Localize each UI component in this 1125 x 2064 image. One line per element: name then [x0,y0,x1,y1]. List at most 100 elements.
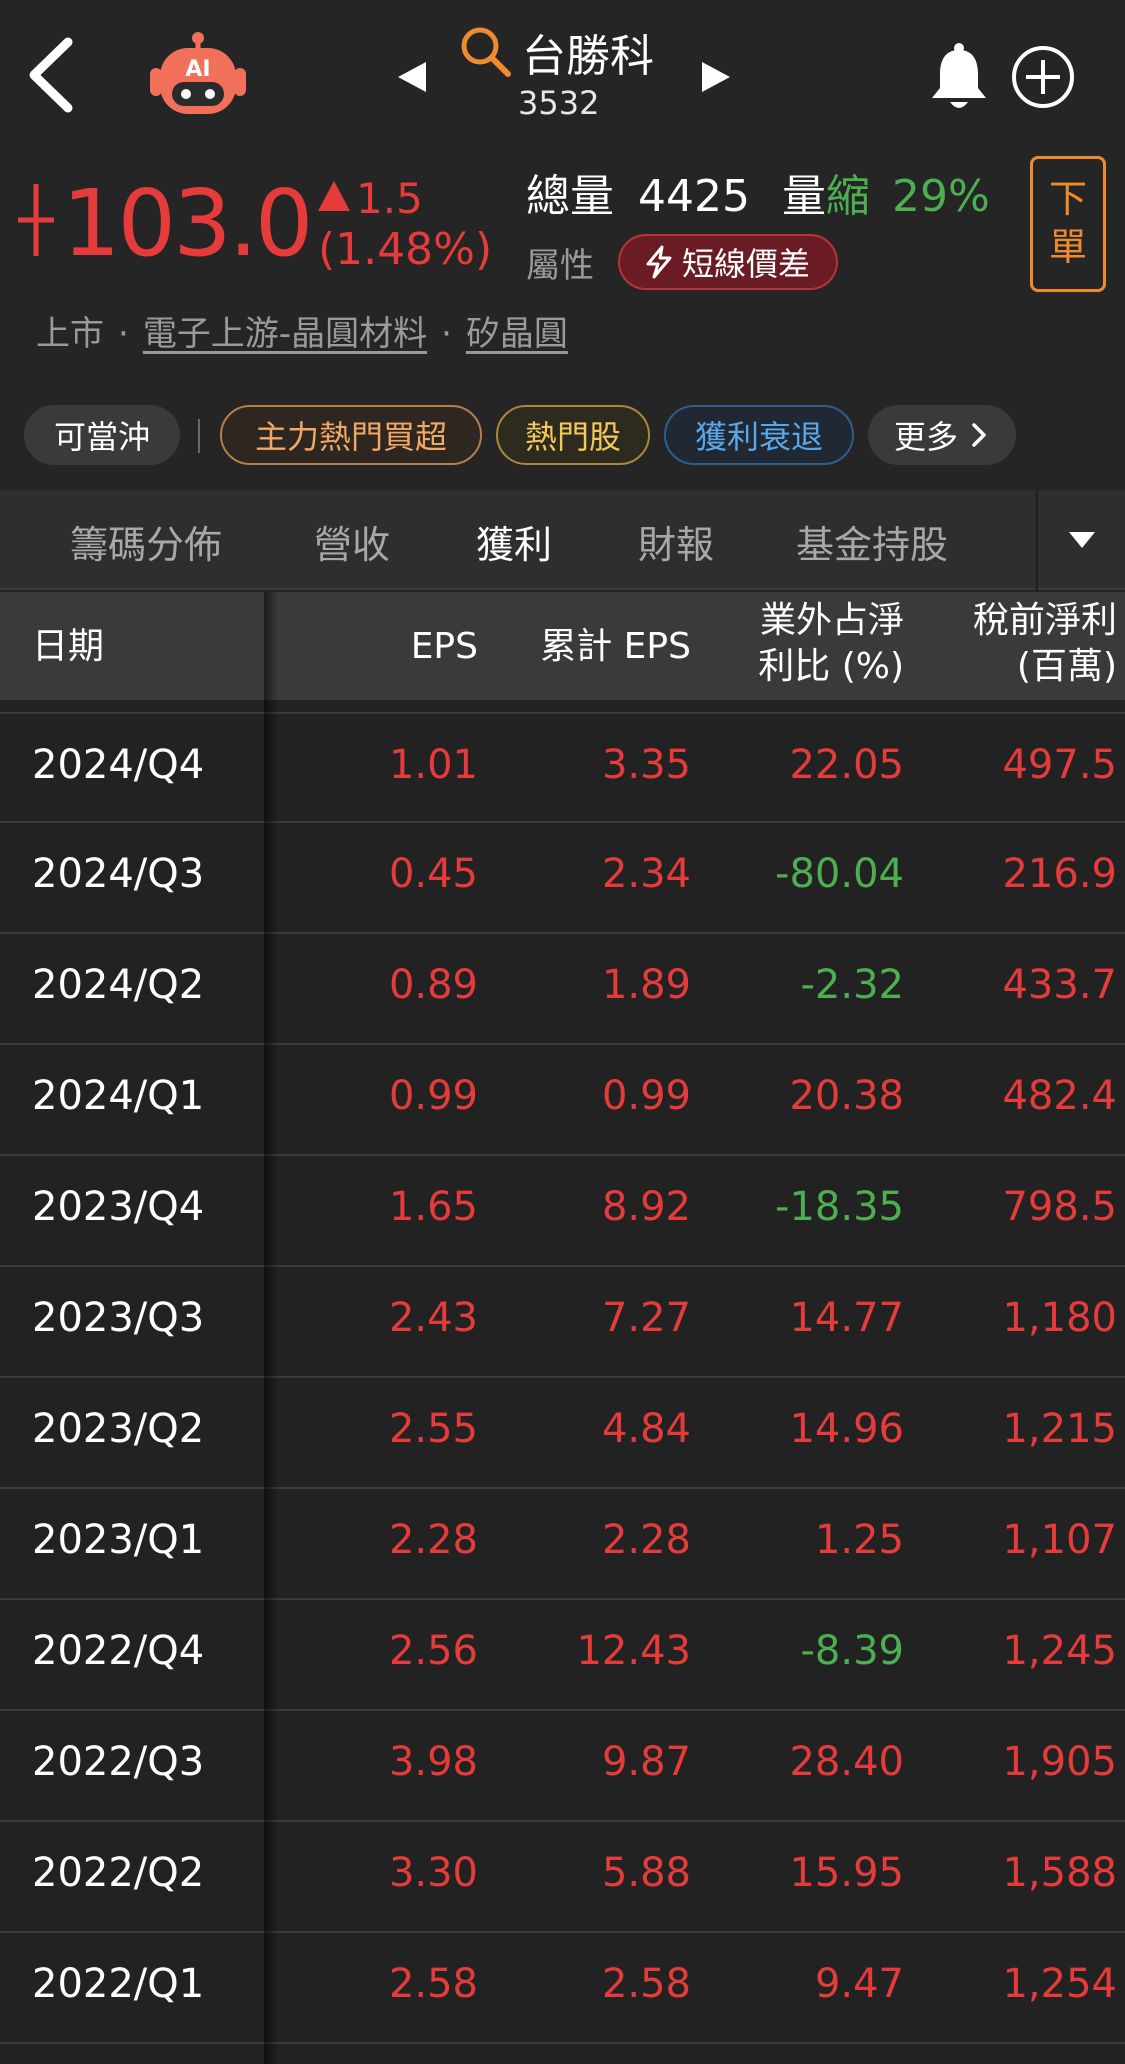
col-header-cum-eps[interactable]: 累計 EPS [540,624,691,670]
tab-financials[interactable]: 財報 [638,514,714,569]
top-nav-bar: AI 台勝科 3532 [0,0,1125,150]
col-header-date[interactable]: 日期 [32,624,104,670]
cell-pretax-income: 433.7 [1002,962,1117,1008]
search-icon[interactable] [458,24,514,80]
volume-label: 總量 [526,171,614,222]
industry-link[interactable]: 電子上游-晶圓材料 [143,314,427,354]
cell-eps: 1.01 [388,742,478,788]
tab-fund-holdings[interactable]: 基金持股 [796,514,948,569]
cell-date: 2023/Q3 [32,1295,205,1341]
table-row[interactable]: 2022/Q1 2.58 2.58 9.47 1,254 [0,1933,1125,2044]
table-row[interactable]: 2023/Q3 2.43 7.27 14.77 1,180 [0,1267,1125,1378]
place-order-button[interactable]: 下 單 [1030,156,1106,292]
order-button-line1: 下 [1048,179,1087,221]
col-header-pretax-line1: 稅前淨利 [972,600,1117,641]
table-row[interactable]: 2024/Q4 1.01 3.35 22.05 497.5 [0,712,1125,823]
ai-robot-icon[interactable]: AI [146,32,250,120]
table-row[interactable]: 2022/Q4 2.56 12.43 -8.39 1,245 [0,1600,1125,1711]
lightning-icon [646,245,672,279]
cell-cum-eps: 2.58 [601,1961,691,2007]
stock-code: 3532 [518,84,600,122]
price-up-marker-icon [18,184,54,256]
tab-revenue[interactable]: 營收 [314,514,390,569]
volume-value: 4425 [638,171,750,222]
cell-eps: 3.30 [388,1850,478,1896]
cell-eps: 2.55 [388,1406,478,1452]
volume-shrink-label: 縮 [825,171,870,222]
table-body: 2024/Q4 1.01 3.35 22.05 497.5 2024/Q3 0.45 2.34… [0,712,1125,2044]
table-row[interactable]: 2024/Q3 0.45 2.34 -80.04 216.9 [0,823,1125,934]
tag-divider [198,419,200,453]
next-stock-arrow-icon[interactable] [696,52,736,102]
cell-eps: 2.58 [388,1961,478,2007]
cell-cum-eps: 8.92 [601,1184,691,1230]
prev-stock-arrow-icon[interactable] [392,52,432,102]
breadcrumb-separator: · [118,314,129,354]
cell-nonop-ratio: 9.47 [814,1961,904,2007]
attribute-badge-label: 短線價差 [682,245,811,283]
cell-pretax-income: 798.5 [1002,1184,1117,1230]
cell-date: 2024/Q2 [32,962,205,1008]
cell-nonop-ratio: 1.25 [814,1517,904,1563]
cell-date: 2022/Q2 [32,1850,205,1896]
table-row[interactable]: 2022/Q2 3.30 5.88 15.95 1,588 [0,1822,1125,1933]
cell-cum-eps: 2.28 [601,1517,691,1563]
table-row[interactable]: 2023/Q2 2.55 4.84 14.96 1,215 [0,1378,1125,1489]
cell-pretax-income: 1,107 [1002,1517,1117,1563]
attribute-badge[interactable]: 短線價差 [618,234,839,290]
tag-profit-decline[interactable]: 獲利衰退 [664,405,854,465]
cell-cum-eps: 4.84 [601,1406,691,1452]
cell-pretax-income: 1,588 [1002,1850,1117,1896]
col-header-nonop-line1: 業外占淨 [759,600,904,641]
col-header-pretax-income[interactable]: 稅前淨利 (百萬) [973,598,1117,690]
tag-more-button[interactable]: 更多 [868,405,1016,465]
table-row[interactable]: 2022/Q3 3.98 9.87 28.40 1,905 [0,1711,1125,1822]
add-watchlist-plus-icon[interactable] [1010,44,1076,110]
tabs-dropdown-button[interactable] [1036,490,1125,590]
table-row[interactable]: 2023/Q1 2.28 2.28 1.25 1,107 [0,1489,1125,1600]
cell-nonop-ratio: -8.39 [800,1628,905,1674]
cell-cum-eps: 1.89 [601,962,691,1008]
last-price: 103.0 [62,170,313,277]
cell-nonop-ratio: 14.96 [789,1406,904,1452]
price-change-pct: (1.48%) [318,224,493,275]
cell-nonop-ratio: -2.32 [800,962,905,1008]
back-arrow-icon[interactable] [18,30,88,120]
tab-profit[interactable]: 獲利 [476,514,552,569]
industry-breadcrumb: 上市 · 電子上游-晶圓材料 · 矽晶圓 [36,306,568,355]
cell-date: 2022/Q3 [32,1739,205,1785]
sub-industry-link[interactable]: 矽晶圓 [466,314,568,354]
table-row[interactable]: 2024/Q1 0.99 0.99 20.38 482.4 [0,1045,1125,1156]
cell-nonop-ratio: -18.35 [775,1184,904,1230]
cell-pretax-income: 1,905 [1002,1739,1117,1785]
order-button-line2: 單 [1048,227,1087,269]
cell-eps: 0.45 [388,851,478,897]
cell-cum-eps: 3.35 [601,742,691,788]
tag-more-label: 更多 [893,418,958,456]
market-label: 上市 [36,314,104,354]
cell-nonop-ratio: -80.04 [775,851,904,897]
tag-main-force-buy[interactable]: 主力熱門買超 [220,405,482,465]
cell-nonop-ratio: 28.40 [789,1739,904,1785]
cell-pretax-income: 1,245 [1002,1628,1117,1674]
cell-cum-eps: 12.43 [576,1628,691,1674]
cell-date: 2023/Q1 [32,1517,205,1563]
table-row[interactable]: 2024/Q2 0.89 1.89 -2.32 433.7 [0,934,1125,1045]
tag-daytrade[interactable]: 可當沖 [24,405,180,465]
chevron-right-icon [972,423,986,447]
col-header-eps[interactable]: EPS [411,624,478,670]
table-row[interactable]: 2023/Q4 1.65 8.92 -18.35 798.5 [0,1156,1125,1267]
cell-pretax-income: 1,180 [1002,1295,1117,1341]
stock-name[interactable]: 台勝科 [522,20,654,84]
tab-chip-distribution[interactable]: 籌碼分佈 [70,514,222,569]
svg-text:AI: AI [185,57,210,82]
up-triangle-icon [318,181,350,211]
attribute-label: 屬性 [526,246,594,286]
cell-date: 2024/Q3 [32,851,205,897]
col-header-nonop-ratio[interactable]: 業外占淨 利比 (%) [758,598,904,690]
stock-tags-bar: 可當沖 主力熱門買超 熱門股 獲利衰退 更多 [0,375,1125,490]
cell-eps: 1.65 [388,1184,478,1230]
table-header: 日期 EPS 累計 EPS 業外占淨 利比 (%) 稅前淨利 (百萬) [0,592,1125,700]
bell-icon[interactable] [928,42,990,114]
tag-hot-stock[interactable]: 熱門股 [496,405,650,465]
